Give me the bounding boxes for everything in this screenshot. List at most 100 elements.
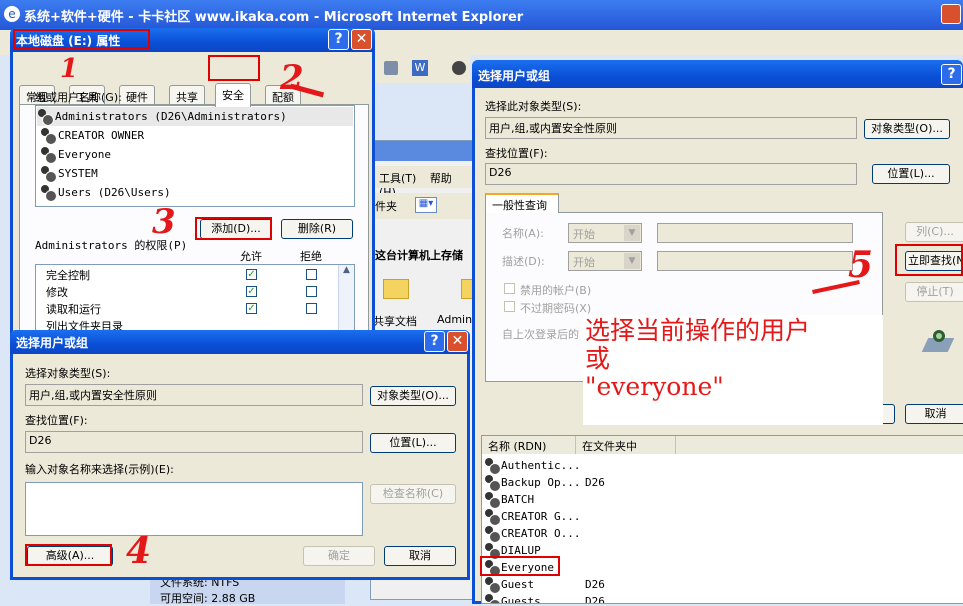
columns-button[interactable]: 列(C)...	[905, 222, 963, 242]
deny-checkbox[interactable]	[306, 303, 317, 314]
list-item[interactable]: CREATOR OWNER	[40, 126, 144, 145]
object-types-button[interactable]: 对象类型(O)...	[370, 386, 456, 406]
check-names-button[interactable]: 检查名称(C)	[370, 484, 456, 504]
column-folder[interactable]: 在文件夹中	[576, 436, 676, 454]
location-field: D26	[485, 163, 857, 185]
permissions-list: 完全控制 修改 读取和运行 列出文件夹目录 ✓ ✓ ✓ ▲	[35, 264, 355, 338]
obj-type-label: 选择对象类型(S):	[25, 367, 111, 380]
chevron-down-icon: ▼	[624, 253, 640, 269]
highlight-add-button	[195, 217, 272, 240]
remove-button[interactable]: 删除(R)	[281, 219, 353, 239]
results-list[interactable]: 名称 (RDN) 在文件夹中 Authentic... Backup Op...…	[481, 435, 963, 604]
scrollbar[interactable]: ▲	[338, 265, 354, 337]
table-cell: D26	[585, 476, 605, 489]
annotation-line: 或	[585, 344, 611, 373]
obj-type-field: 用户,组,或内置安全性原则	[485, 117, 857, 139]
allow-checkbox[interactable]: ✓	[246, 286, 257, 297]
deny-checkbox[interactable]	[306, 269, 317, 280]
search-icon	[921, 330, 955, 356]
step-2: 2	[280, 58, 304, 98]
group-icon	[40, 147, 57, 164]
close-icon[interactable]: ✕	[351, 29, 372, 50]
list-item[interactable]: SYSTEM	[40, 164, 98, 183]
list-item[interactable]: Users (D26\Users)	[40, 183, 171, 202]
location-label: 查找位置(F):	[485, 147, 548, 160]
user-icon	[484, 577, 501, 594]
tab-sharing[interactable]: 共享	[169, 85, 205, 105]
help-icon[interactable]: ?	[328, 29, 349, 50]
ie-logo-icon: e	[4, 6, 20, 22]
object-types-button[interactable]: 对象类型(O)...	[864, 119, 950, 139]
allow-checkbox[interactable]: ✓	[246, 303, 257, 314]
annotation-box: 选择当前操作的用户 或 "everyone"	[583, 315, 883, 425]
highlight-security-tab	[208, 55, 260, 81]
views-icon[interactable]: ▦▾	[415, 197, 437, 213]
group-icon	[40, 166, 57, 183]
tab-hardware[interactable]: 硬件	[119, 85, 155, 105]
desc-condition-select[interactable]: 开始 ▼	[568, 251, 642, 271]
dialog2-titlebar: 选择用户或组	[472, 60, 963, 88]
perm-modify: 修改	[46, 286, 68, 299]
highlight-advanced-button	[25, 544, 112, 566]
table-row[interactable]: Authentic...	[484, 457, 580, 475]
group-icon	[37, 109, 54, 126]
step-5: 5	[848, 244, 874, 286]
last-logon-label: 自上次登录后的	[502, 328, 579, 341]
explorer-toolbar: 件夹 ▦▾	[371, 193, 476, 219]
desc-input[interactable]	[657, 251, 853, 271]
name-input[interactable]	[657, 223, 853, 243]
disabled-accounts-checkbox[interactable]	[504, 283, 515, 294]
table-row[interactable]: Backup Op...	[484, 474, 580, 492]
annotation-line: "everyone"	[585, 372, 724, 401]
locations-button[interactable]: 位置(L)...	[872, 164, 950, 184]
column-name[interactable]: 名称 (RDN)	[482, 436, 576, 454]
pc-heading: 这台计算机上存储	[375, 249, 463, 262]
list-item[interactable]: Everyone	[40, 145, 111, 164]
tab-security[interactable]: 安全	[215, 83, 251, 107]
table-row[interactable]: Guests	[484, 593, 541, 603]
obj-type-field: 用户,组,或内置安全性原则	[25, 384, 363, 406]
object-names-input[interactable]	[25, 482, 363, 536]
table-row[interactable]: BATCH	[484, 491, 534, 509]
step-4: 4	[126, 530, 152, 572]
cancel-button[interactable]: 取消	[384, 546, 456, 566]
table-cell: D26	[585, 595, 605, 604]
admin-folder-label: Admini	[437, 313, 476, 326]
group-label: 组或用户名称(G):	[35, 91, 122, 104]
help-icon[interactable]: ?	[941, 64, 962, 85]
users-list[interactable]: Administrators (D26\Administrators) CREA…	[35, 105, 355, 207]
help-icon[interactable]: ?	[424, 331, 445, 352]
name-condition-value: 开始	[573, 228, 595, 241]
allow-header: 允许	[240, 250, 262, 263]
print-icon[interactable]	[384, 61, 398, 75]
tab-common-queries[interactable]: 一般性查询	[485, 193, 559, 213]
word-icon[interactable]: W	[412, 60, 428, 76]
enter-names-label: 输入对象名称来选择(示例)(E):	[25, 463, 174, 476]
deny-header: 拒绝	[300, 250, 322, 263]
group-icon	[484, 492, 501, 509]
messenger-icon[interactable]	[452, 61, 466, 75]
cancel-button[interactable]: 取消	[905, 404, 963, 424]
table-row[interactable]: CREATOR G...	[484, 508, 580, 526]
allow-checkbox[interactable]: ✓	[246, 269, 257, 280]
name-condition-select[interactable]: 开始 ▼	[568, 223, 642, 243]
stop-button[interactable]: 停止(T)	[905, 282, 963, 302]
name-label: 名称(A):	[502, 227, 544, 240]
column-filler	[676, 436, 963, 454]
folder-icon[interactable]	[383, 279, 409, 299]
ok-button[interactable]: 确定	[303, 546, 375, 566]
ie-close-icon[interactable]	[941, 4, 961, 24]
deny-checkbox[interactable]	[306, 286, 317, 297]
locations-button[interactable]: 位置(L)...	[370, 433, 456, 453]
close-icon[interactable]: ✕	[447, 331, 468, 352]
non-expiring-checkbox[interactable]	[504, 301, 515, 312]
table-row[interactable]: CREATOR O...	[484, 525, 580, 543]
list-item[interactable]: Administrators (D26\Administrators)	[37, 107, 353, 126]
table-row[interactable]: Guest	[484, 576, 534, 594]
explorer-titlebar	[371, 141, 476, 161]
menu-tools[interactable]: 工具(T)	[379, 172, 416, 185]
dialog2-title: 选择用户或组	[478, 69, 551, 83]
non-expiring-label: 不过期密码(X)	[520, 302, 592, 315]
folders-button-label[interactable]: 件夹	[375, 200, 397, 213]
ie-title-bar: 系统+软件+硬件 - 卡卡社区 www.ikaka.com - Microsof…	[0, 0, 963, 30]
